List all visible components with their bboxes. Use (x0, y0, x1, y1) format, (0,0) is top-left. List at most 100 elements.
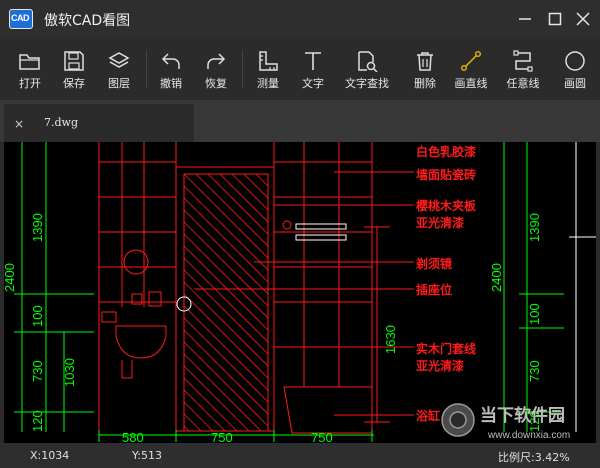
cursor-y-readout: Y:513 (132, 449, 162, 462)
dimension-text: 730 (527, 360, 542, 382)
layers-button[interactable]: 图层 (96, 46, 142, 96)
hatch-line (183, 269, 269, 355)
hatch-line (183, 281, 269, 367)
hatch-line (183, 173, 269, 259)
annotation-text: 浴缸 (416, 408, 440, 423)
text-button[interactable]: 文字 (290, 46, 336, 96)
annotation-text: 樱桃木夹板 (416, 198, 477, 213)
layers-icon (108, 52, 130, 68)
dimension-text: 730 (30, 360, 45, 382)
annotation-text: 实木门套线 (416, 341, 476, 356)
tab-file[interactable]: × 7.dwg (4, 104, 194, 142)
dimension-text: 750 (311, 430, 333, 443)
cursor-x-readout: X:1034 (30, 449, 70, 462)
hatch-line (231, 173, 269, 211)
hatch-line (219, 173, 269, 223)
dimension-text: 1390 (30, 213, 45, 242)
draw-circle-button[interactable]: 画圆 (552, 46, 598, 96)
hatch-line (183, 401, 214, 432)
ruler-icon (259, 51, 278, 71)
annotation-text: 白色乳胶漆 (416, 144, 476, 159)
annotation-text: 亚光清漆 (416, 215, 464, 230)
hatch-line (183, 377, 238, 432)
cad-drawing: 2400 1390 100 730 1030 120 2400 1390 100… (4, 142, 596, 443)
find-text-label: 文字查找 (345, 77, 389, 90)
dimension-text: 1630 (383, 325, 398, 354)
delete-label: 删除 (414, 77, 436, 90)
hatch-line (255, 173, 269, 187)
save-icon (64, 51, 84, 71)
tab-filename: 7.dwg (44, 116, 78, 129)
hatch-line (243, 173, 269, 199)
open-button[interactable]: 打开 (7, 46, 53, 96)
layers-label: 图层 (108, 77, 130, 90)
draw-line-label: 画直线 (454, 77, 488, 90)
any-line-button[interactable]: 任意线 (500, 46, 546, 96)
dimension-text: 750 (211, 430, 233, 443)
status-bar: X:1034 Y:513 比例尺:3.42% (0, 443, 600, 468)
hatch-line (183, 221, 269, 307)
hatch-line (183, 245, 269, 331)
door-panel (183, 173, 269, 432)
hatch-line (183, 425, 190, 432)
find-text-button[interactable]: 文字查找 (335, 46, 399, 96)
save-button[interactable]: 保存 (51, 46, 97, 96)
tab-strip: × 7.dwg (0, 100, 600, 142)
toolbar-divider (146, 50, 147, 88)
hatch-line (183, 353, 262, 432)
app-title: 傲软CAD看图 (44, 13, 131, 29)
faucet (101, 311, 117, 323)
dimension-text: 120 (30, 410, 45, 432)
redo-label: 恢复 (205, 77, 227, 90)
hatch-line (195, 173, 269, 247)
dimension-text: 580 (122, 430, 144, 443)
dimension-text: 1030 (62, 358, 77, 387)
annotation-text: 墙面贴瓷砖 (416, 167, 476, 182)
hatch-line (183, 209, 269, 295)
annotation-text: 剃须镜 (415, 256, 452, 271)
hatch-line (183, 317, 269, 403)
dimension-text: 100 (30, 305, 45, 327)
hatch-line (183, 341, 269, 427)
dimension-text: 2400 (4, 263, 17, 292)
toolbar-divider (242, 50, 243, 88)
polyline-icon (513, 50, 533, 72)
toolbar: 打开 保存 图层 撤销 恢复 测量 文字 文字查找 删除 画直线 任意线 画圆 (0, 38, 600, 100)
hatch-line (183, 293, 269, 379)
tab-close-icon[interactable]: × (14, 118, 24, 130)
hatch-line (183, 257, 269, 343)
fixture-mark (282, 220, 292, 230)
socket-box (148, 291, 162, 307)
hatch-line (207, 173, 269, 235)
folder-icon (19, 54, 40, 70)
maximize-button[interactable] (545, 9, 565, 29)
drawing-canvas[interactable]: 2400 1390 100 730 1030 120 2400 1390 100… (4, 142, 596, 443)
app-logo-icon: CAD (9, 9, 33, 29)
annotation-text: 插座位 (416, 282, 452, 297)
close-button[interactable] (573, 9, 593, 29)
delete-button[interactable]: 删除 (402, 46, 448, 96)
circle-label: 画圆 (564, 77, 586, 90)
circle-icon (565, 51, 585, 71)
scale-readout: 比例尺:3.42% (498, 451, 570, 464)
measure-button[interactable]: 测量 (245, 46, 291, 96)
hatch-line (183, 185, 269, 271)
dimensions-green (14, 142, 564, 442)
dimension-text: 100 (527, 303, 542, 325)
save-label: 保存 (63, 77, 85, 90)
hatch-line (183, 305, 269, 391)
find-text-icon (358, 51, 378, 72)
undo-label: 撤销 (160, 77, 182, 90)
undo-button[interactable]: 撤销 (148, 46, 194, 96)
title-bar: CAD 傲软CAD看图 (0, 0, 600, 38)
redo-button[interactable]: 恢复 (193, 46, 239, 96)
sink-pipe (121, 360, 133, 379)
hatch-line (183, 389, 226, 432)
draw-line-button[interactable]: 画直线 (448, 46, 494, 96)
minimize-button[interactable] (515, 9, 535, 29)
redo-icon (207, 53, 226, 69)
line-tool-icon (461, 51, 482, 71)
undo-icon (161, 53, 180, 69)
door-hatch (183, 173, 269, 432)
trash-icon (417, 52, 433, 71)
